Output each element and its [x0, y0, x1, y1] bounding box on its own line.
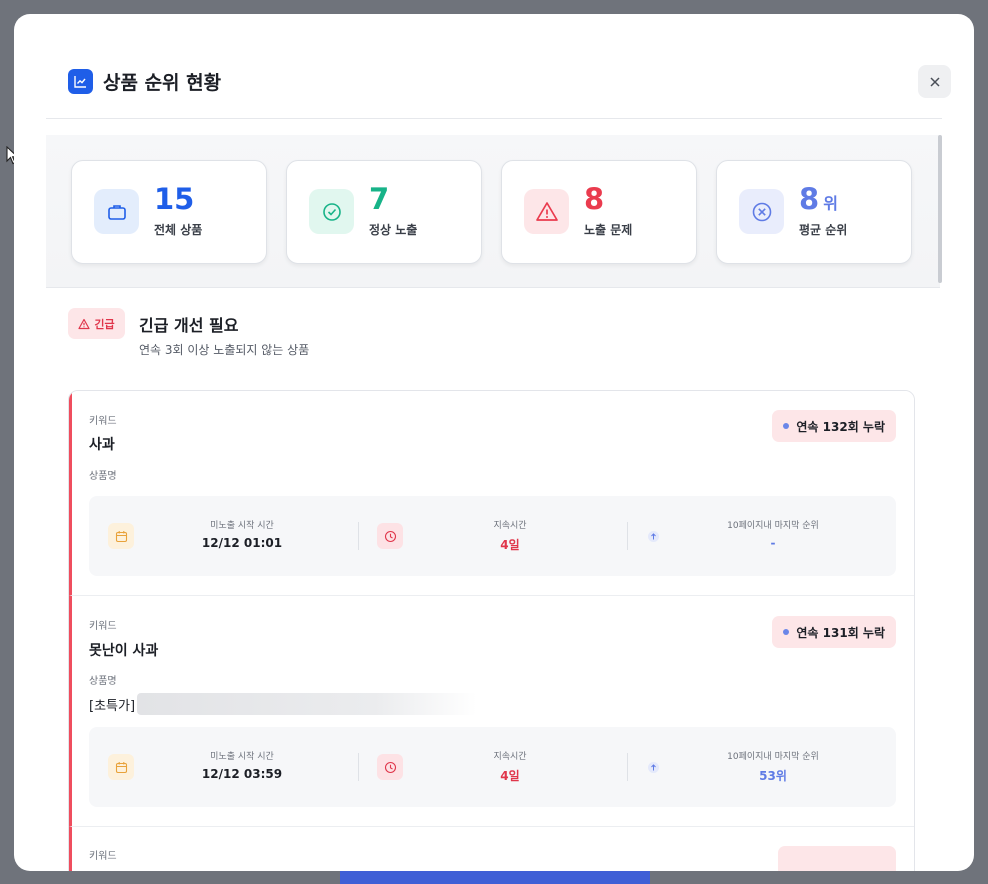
- list-item[interactable]: 키워드: [69, 827, 914, 871]
- warning-triangle-icon: [78, 318, 90, 329]
- duration-value: 4일: [500, 538, 520, 552]
- missed-count-badge: 연속 131회 누락: [772, 616, 896, 648]
- divider: [627, 522, 628, 550]
- missed-count-text: 연속 132회 누락: [796, 419, 885, 434]
- missed-count-badge: 연속 132회 누락: [772, 410, 896, 442]
- stat-label: 전체 상품: [154, 223, 203, 237]
- start-time-label: 미노출 시작 시간: [210, 752, 274, 762]
- keyword-label: 키워드: [89, 851, 117, 862]
- product-name-label: 상품명: [89, 471, 117, 482]
- last-rank-label: 10페이지내 마지막 순위: [727, 752, 819, 762]
- modal-scroll-content[interactable]: 15 전체 상품 7 정상 노출 8 노출 문제 8 위 평균 순위 긴급 긴급…: [46, 135, 942, 871]
- duration-value: 4일: [500, 769, 520, 783]
- x-circle-icon: [739, 189, 784, 234]
- keyword-value: 못난이 사과: [89, 643, 159, 659]
- stat-value: 15: [154, 182, 195, 216]
- stat-unit: 위: [823, 194, 838, 213]
- urgent-badge-label: 긴급: [94, 317, 115, 331]
- product-name-text: [초특가]: [89, 698, 136, 714]
- chart-line-icon: [68, 69, 93, 94]
- missed-count-text: 연속 131회 누락: [796, 625, 885, 640]
- urgent-badge: 긴급: [68, 308, 125, 339]
- urgent-product-list: 키워드 사과 상품명 연속 132회 누락 미노출 시작 시간 12/12 01…: [68, 390, 915, 871]
- warning-triangle-icon: [524, 189, 569, 234]
- modal-header: [46, 14, 942, 119]
- stat-label: 평균 순위: [799, 223, 848, 237]
- stat-label: 정상 노출: [369, 223, 418, 237]
- detail-box: 미노출 시작 시간 12/12 01:01 지속시간 4일 10페이지내 마지막…: [89, 496, 896, 576]
- last-rank-value: -: [770, 536, 776, 550]
- close-icon: [929, 76, 940, 87]
- detail-box: 미노출 시작 시간 12/12 03:59 지속시간 4일 10페이지내 마지막…: [89, 727, 896, 807]
- start-time-value: 12/12 01:01: [201, 536, 283, 550]
- clock-icon: [377, 754, 403, 780]
- urgent-section-header: 긴급 긴급 개선 필요 연속 3회 이상 노출되지 않는 상품: [68, 307, 918, 367]
- stat-value: 8: [799, 182, 820, 216]
- duration-label: 지속시간: [493, 521, 527, 531]
- stats-summary: 15 전체 상품 7 정상 노출 8 노출 문제 8 위 평균 순위: [46, 135, 940, 288]
- list-item[interactable]: 키워드 못난이 사과 상품명 [초특가] 연속 131회 누락 미노출 시작 시…: [69, 596, 914, 827]
- urgent-subtitle: 연속 3회 이상 노출되지 않는 상품: [139, 343, 310, 357]
- status-dot: [783, 423, 790, 429]
- status-dot: [783, 629, 790, 635]
- keyword-label: 키워드: [89, 416, 117, 427]
- product-name-label: 상품명: [89, 676, 117, 687]
- calendar-icon: [108, 523, 134, 549]
- missed-count-badge: [778, 846, 896, 871]
- stat-card-average-rank: 8위 평균 순위: [716, 160, 912, 264]
- scrollbar[interactable]: [938, 135, 942, 871]
- stat-value: 7: [369, 182, 390, 216]
- start-time-value: 12/12 03:59: [201, 767, 283, 781]
- last-rank-value: 53위: [759, 769, 787, 783]
- briefcase-icon: [94, 189, 139, 234]
- rank-up-icon: [640, 523, 666, 549]
- ranking-status-modal: 상품 순위 현황 15 전체 상품 7 정상 노출 8 노출 문제 8 위 평균…: [14, 14, 974, 871]
- stat-label: 노출 문제: [584, 223, 633, 237]
- urgent-title: 긴급 개선 필요: [139, 316, 239, 335]
- stat-card-normal: 7 정상 노출: [286, 160, 482, 264]
- list-item[interactable]: 키워드 사과 상품명 연속 132회 누락 미노출 시작 시간 12/12 01…: [69, 391, 914, 596]
- stat-card-exposure-issue: 8 노출 문제: [501, 160, 697, 264]
- stat-card-total: 15 전체 상품: [71, 160, 267, 264]
- modal-title: 상품 순위 현황: [103, 72, 222, 94]
- calendar-icon: [108, 754, 134, 780]
- keyword-value: 사과: [89, 437, 115, 453]
- divider: [358, 753, 359, 781]
- rank-up-icon: [640, 754, 666, 780]
- divider: [627, 753, 628, 781]
- scrollbar-thumb[interactable]: [938, 135, 942, 283]
- keyword-label: 키워드: [89, 621, 117, 632]
- close-button[interactable]: [918, 65, 951, 98]
- duration-label: 지속시간: [493, 752, 527, 762]
- divider: [358, 522, 359, 550]
- blurred-product-name: [137, 693, 478, 715]
- product-name-value: [초특가]: [89, 693, 478, 715]
- check-circle-icon: [309, 189, 354, 234]
- stat-value: 8: [584, 182, 605, 216]
- last-rank-label: 10페이지내 마지막 순위: [727, 521, 819, 531]
- start-time-label: 미노출 시작 시간: [210, 521, 274, 531]
- clock-icon: [377, 523, 403, 549]
